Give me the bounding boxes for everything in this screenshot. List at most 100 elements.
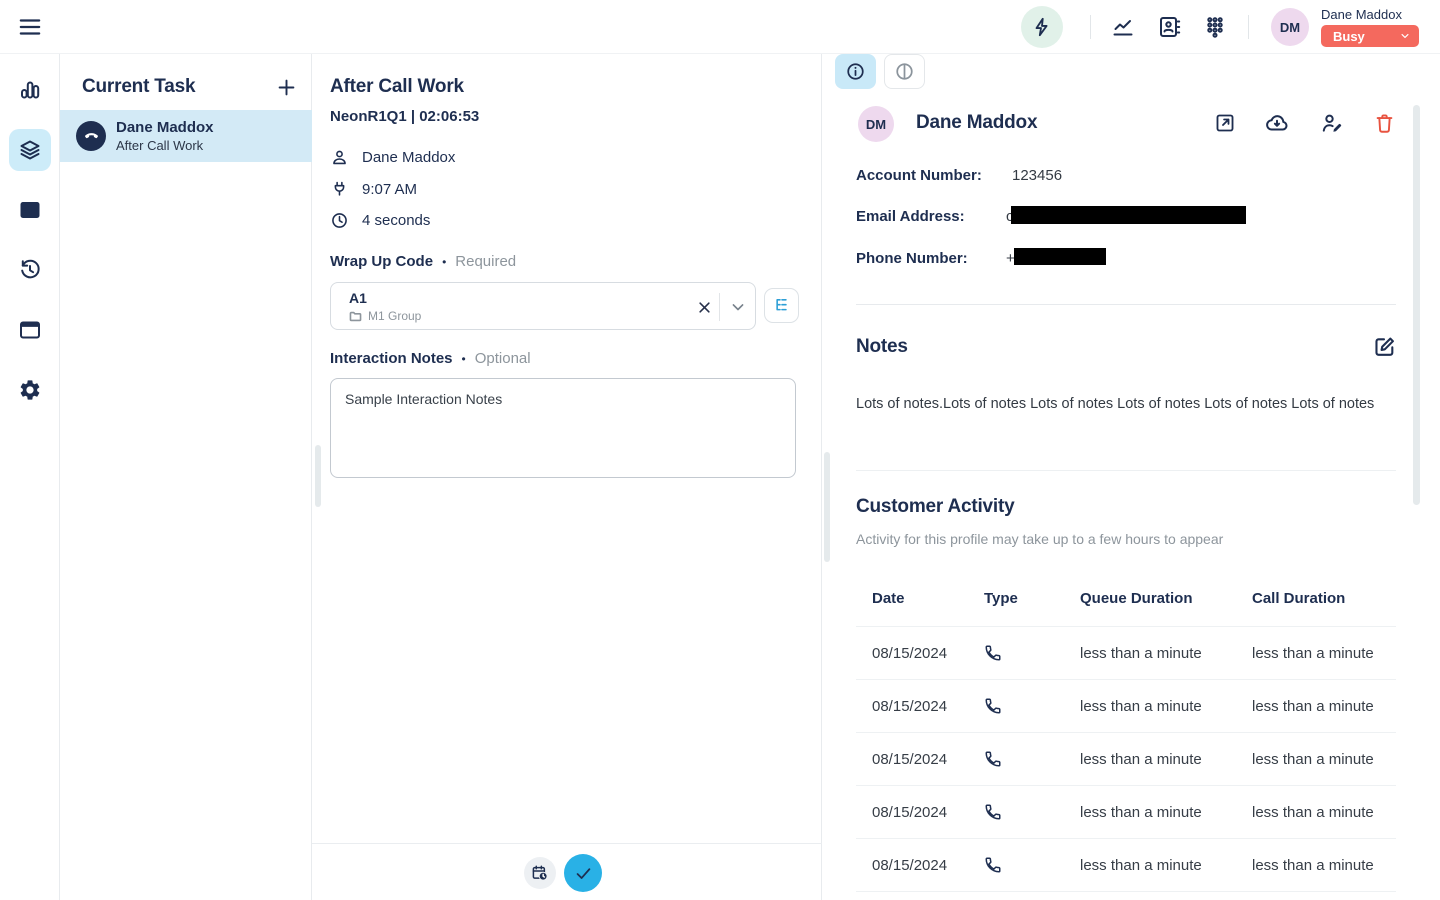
wrapup-clear-button[interactable] [693,296,715,318]
sidebar-item-history[interactable] [18,258,42,282]
sidebar-item-settings[interactable] [18,378,42,402]
interaction-notes-requirement: Optional [475,350,531,367]
interaction-notes-input[interactable]: Sample Interaction Notes [330,378,796,478]
notes-text: Lots of notes.Lots of notes Lots of note… [856,396,1401,412]
download-profile-button[interactable] [1265,111,1289,135]
task-state: After Call Work [116,138,203,153]
phone-label: Phone Number: [856,250,968,267]
performance-button[interactable] [1111,15,1135,39]
trash-icon [1373,112,1396,135]
panel-scrollbar[interactable] [824,452,830,562]
acw-duration: 4 seconds [362,212,430,229]
tree-picker-icon [772,296,791,315]
row-type [984,644,1080,662]
acw-duration-row: 4 seconds [330,209,430,231]
task-list-item[interactable]: Dane Maddox After Call Work [60,110,312,162]
row-call-duration: less than a minute [1252,857,1396,874]
bar-stats-icon [18,78,42,102]
col-type: Type [984,590,1080,607]
current-task-title: Current Task [82,76,195,98]
contact-card-icon [18,198,42,222]
complete-acw-button[interactable] [564,854,602,892]
edit-contact-button[interactable] [1320,111,1344,135]
sidebar-item-apps[interactable] [18,318,42,342]
sidebar-item-contacts[interactable] [18,198,42,222]
dialpad-icon [1203,15,1227,39]
section-divider [856,470,1396,471]
info-icon [845,61,866,82]
directory-button[interactable] [1157,15,1181,39]
customer-activity-title: Customer Activity [856,496,1015,518]
lightning-icon [1031,16,1053,38]
window-icon [18,318,42,342]
task-avatar [76,121,106,151]
menu-button[interactable] [16,14,44,40]
acw-connect-row: 9:07 AM [330,178,417,200]
app-screen: DM Dane Maddox Busy Current Task [0,0,1440,900]
table-row: 08/15/2024 less than a minute less than … [856,839,1396,892]
add-task-button[interactable] [274,75,298,99]
row-date: 08/15/2024 [872,645,984,662]
col-date: Date [872,590,984,607]
top-bar: DM Dane Maddox Busy [0,0,1440,54]
table-row: 08/15/2024 less than a minute less than … [856,786,1396,839]
after-call-work-panel: After Call Work NeonR1Q1 | 02:06:53 Dane… [312,54,822,900]
clear-x-icon [695,298,714,317]
chevron-down-icon [1398,29,1412,43]
email-redaction-bar [1011,206,1246,224]
profile-scrollbar[interactable] [1413,105,1420,505]
interaction-notes-label-row: Interaction Notes • Optional [330,350,531,367]
row-call-duration: less than a minute [1252,698,1396,715]
activity-table-header: Date Type Queue Duration Call Duration [856,590,1396,607]
bullet: • [462,352,466,366]
interactions-hub-button[interactable] [1021,6,1063,48]
bullet: • [442,255,446,269]
dialpad-button[interactable] [1203,15,1227,39]
tab-profile-info[interactable] [835,54,876,89]
schedule-callback-button[interactable] [524,857,556,889]
wrapup-group-row: M1 Group [349,309,421,323]
performance-chart-icon [1111,15,1135,39]
phone-icon [984,644,1002,662]
wrapup-requirement: Required [455,253,516,270]
plus-icon [275,76,298,99]
sidebar-item-interactions[interactable] [18,138,42,162]
section-divider [856,304,1396,305]
profile-avatar: DM [858,106,894,142]
wrapup-dropdown-button[interactable] [727,296,749,318]
user-initials: DM [1280,20,1300,35]
phone-icon [984,697,1002,715]
status-selector[interactable]: Busy [1321,25,1419,47]
interaction-notes-label: Interaction Notes [330,350,453,367]
select-divider [719,293,720,321]
table-row: 08/15/2024 less than a minute less than … [856,680,1396,733]
user-avatar[interactable]: DM [1271,8,1309,46]
folder-icon [349,310,362,323]
calendar-schedule-icon [531,864,549,882]
gear-icon [18,378,42,402]
acw-contact-row: Dane Maddox [330,146,455,168]
edit-notes-button[interactable] [1371,333,1397,359]
row-type [984,856,1080,874]
row-queue-duration: less than a minute [1080,804,1252,821]
delete-contact-button[interactable] [1372,111,1396,135]
user-name: Dane Maddox [1321,7,1402,22]
notes-title: Notes [856,336,908,358]
menu-icon [17,14,43,40]
person-icon [330,148,349,167]
wrapup-select[interactable]: A1 M1 Group [330,282,756,330]
acw-start-time: 9:07 AM [362,181,417,198]
row-type [984,803,1080,821]
topbar-divider [1248,15,1249,39]
sidebar-item-performance[interactable] [18,78,42,102]
plug-icon [330,180,349,199]
panel-scrollbar[interactable] [315,445,321,507]
wrapup-tree-picker-button[interactable] [764,288,799,323]
split-circle-icon [894,61,915,82]
acw-footer-divider [312,843,822,844]
address-book-icon [1157,15,1181,39]
tab-insights[interactable] [884,54,925,89]
app-sidebar [0,54,60,900]
activity-table-body: 08/15/2024 less than a minute less than … [856,626,1396,892]
open-external-button[interactable] [1213,111,1237,135]
